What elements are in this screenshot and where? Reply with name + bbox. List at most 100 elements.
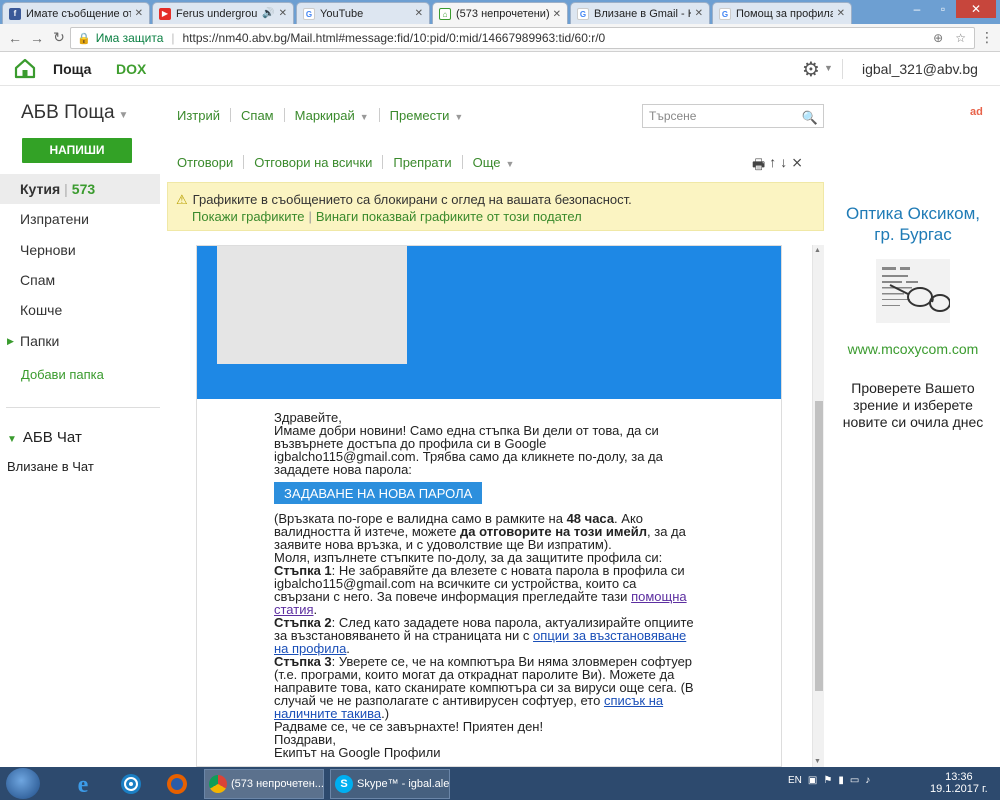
zoom-icon[interactable]: ⊕: [933, 31, 943, 45]
next-message-icon[interactable]: ↓: [780, 154, 787, 178]
reload-button[interactable]: ↻: [48, 29, 70, 46]
warning-actions: Покажи графиките | Винаги показвай графики…: [192, 209, 582, 224]
gear-icon[interactable]: ⚙: [802, 57, 820, 82]
close-icon[interactable]: ✕: [553, 9, 561, 20]
ad-text[interactable]: Проверете Вашето зрение и изберете новит…: [838, 380, 988, 431]
text-run: : Не забравяйте да влезете с новата паро…: [274, 563, 685, 604]
file-explorer-icon[interactable]: [110, 769, 152, 799]
close-icon[interactable]: ✕: [279, 8, 287, 19]
ad-url-link[interactable]: www.mcoxycom.com: [838, 341, 988, 357]
tab-title: Помощ за профила: [736, 7, 833, 20]
delete-button[interactable]: Изтрий: [167, 108, 230, 123]
system-clock[interactable]: 13:36 19.1.2017 г.: [930, 771, 988, 795]
star-icon[interactable]: ☆: [955, 31, 966, 45]
ad-label[interactable]: ad: [970, 106, 983, 118]
reply-button[interactable]: Отговори: [167, 155, 243, 170]
sidebar-item-trash[interactable]: Кошче: [0, 295, 160, 325]
mail-header: Поща DOX ⚙ ▼ igbal_321@abv.bg: [0, 52, 1000, 86]
browser-menu-icon[interactable]: ⋮: [980, 29, 994, 46]
search-input[interactable]: Търсене 🔍: [642, 104, 824, 128]
internet-explorer-icon[interactable]: e: [62, 769, 104, 799]
spam-button[interactable]: Спам: [231, 108, 284, 123]
sidebar-item-sent[interactable]: Изпратени: [0, 204, 160, 234]
network-icon[interactable]: ▮: [838, 775, 844, 786]
brand-dox-link[interactable]: DOX: [116, 61, 146, 77]
tab-youtube[interactable]: G YouTube ✕: [296, 2, 430, 24]
secure-label: Има защита: [95, 31, 164, 45]
eyeglasses-image[interactable]: [876, 259, 950, 323]
battery-icon[interactable]: ▭: [850, 775, 859, 786]
chevron-down-icon: ▼: [359, 111, 369, 122]
show-images-link[interactable]: Покажи графиките: [192, 209, 305, 224]
tab-account-help[interactable]: G Помощ за профила ✕: [712, 2, 852, 24]
window-controls: – ▫ ✕: [904, 0, 996, 18]
maximize-button[interactable]: ▫: [930, 0, 956, 18]
search-icon[interactable]: 🔍: [802, 107, 818, 129]
sidebar-item-inbox[interactable]: Кутия | 573: [0, 174, 160, 204]
chevron-down-icon[interactable]: ▼: [824, 63, 833, 73]
user-email[interactable]: igbal_321@abv.bg: [862, 61, 978, 77]
email-step-2: Стъпка 2: След като зададете нова парола…: [274, 615, 694, 656]
sidebar-item-folders[interactable]: ▶ Папки: [0, 326, 160, 356]
message-scrollbar[interactable]: ▲ ▼: [812, 245, 824, 767]
window-close-button[interactable]: ✕: [956, 0, 996, 18]
tab-facebook[interactable]: f Имате съобщение от ✕: [2, 2, 150, 24]
ad-title[interactable]: Оптика Оксиком, гр. Бургас: [838, 203, 988, 245]
sidebar-item-label: Чернови: [20, 242, 76, 258]
abv-home-icon: ⌂: [439, 8, 451, 20]
sidebar-item-spam[interactable]: Спам: [0, 265, 160, 295]
chat-login-link[interactable]: Влизане в Чат: [7, 459, 94, 474]
close-message-icon[interactable]: ⨯: [791, 154, 803, 178]
sidebar-item-label: Изпратени: [20, 211, 89, 227]
clock-date: 19.1.2017 г.: [930, 783, 988, 795]
skype-icon: S: [335, 775, 353, 793]
close-icon[interactable]: ✕: [695, 8, 703, 19]
tab-abv-mail[interactable]: ⌂ (573 непрочетени) - a ✕: [432, 2, 568, 25]
back-button[interactable]: ←: [4, 30, 26, 46]
start-button[interactable]: [6, 768, 40, 799]
taskbar-task-chrome[interactable]: (573 непрочетен...: [204, 769, 324, 799]
abv-home-icon[interactable]: [14, 57, 36, 79]
tab-gmail-login[interactable]: G Влизане в Gmail - Ко ✕: [570, 2, 710, 24]
sidebar-item-label: Кутия: [20, 181, 61, 197]
tab-title: YouTube: [320, 7, 364, 20]
scroll-up-icon[interactable]: ▲: [814, 247, 821, 254]
mark-label: Маркирай: [294, 107, 355, 123]
chat-section-title[interactable]: ▼ АБВ Чат: [7, 429, 82, 446]
tray-app-icon[interactable]: ▣: [808, 775, 817, 786]
close-icon[interactable]: ✕: [415, 8, 423, 19]
mark-dropdown[interactable]: Маркирай ▼: [285, 108, 379, 123]
action-center-icon[interactable]: ⚑: [823, 775, 832, 786]
print-icon[interactable]: 🖶: [752, 154, 765, 178]
sidebar-item-drafts[interactable]: Чернови: [0, 235, 160, 265]
volume-icon[interactable]: ♪: [865, 775, 870, 786]
scroll-down-icon[interactable]: ▼: [814, 758, 821, 765]
forward-button[interactable]: Препрати: [383, 155, 461, 170]
language-indicator[interactable]: EN: [788, 775, 802, 786]
firefox-icon[interactable]: [156, 769, 198, 799]
scrollbar-thumb[interactable]: [815, 401, 823, 691]
add-folder-link[interactable]: Добави папка: [21, 367, 104, 382]
brand-mail-link[interactable]: Поща: [53, 61, 91, 77]
close-icon[interactable]: ✕: [837, 8, 845, 19]
previous-message-icon[interactable]: ↑: [769, 154, 776, 178]
mail-app-title[interactable]: АБВ Поща ▼: [21, 102, 128, 124]
move-dropdown[interactable]: Премести ▼: [380, 108, 474, 123]
compose-button[interactable]: НАПИШИ: [22, 138, 132, 163]
email-step-1: Стъпка 1: Не забравяйте да влезете с нов…: [274, 563, 687, 617]
more-dropdown[interactable]: Още ▼: [463, 155, 525, 170]
set-new-password-button[interactable]: ЗАДАВАНЕ НА НОВА ПАРОЛА: [274, 482, 483, 504]
forward-button[interactable]: →: [26, 30, 48, 46]
minimize-button[interactable]: –: [904, 0, 930, 18]
close-icon[interactable]: ✕: [135, 8, 143, 19]
url-actions: ⊕ ☆: [933, 31, 966, 45]
ad-banner[interactable]: Оптика Оксиком, гр. Бургас www.mcoxycom.…: [838, 203, 988, 431]
sidebar-item-label: Кошче: [20, 302, 63, 318]
taskbar-task-skype[interactable]: S Skype™ - igbal.alen: [330, 769, 450, 799]
tab-title: Ferus underground: [176, 7, 258, 20]
tab-youtube-ferus[interactable]: ▶ Ferus underground 🔊 ✕: [152, 2, 294, 24]
clock-time: 13:36: [945, 771, 973, 783]
reply-all-button[interactable]: Отговори на всички: [244, 155, 382, 170]
url-input[interactable]: 🔒 Има защита | https://nm40.abv.bg/Mail.…: [70, 27, 975, 49]
always-show-images-link[interactable]: Винаги показвай графиките от този подате…: [316, 209, 582, 224]
